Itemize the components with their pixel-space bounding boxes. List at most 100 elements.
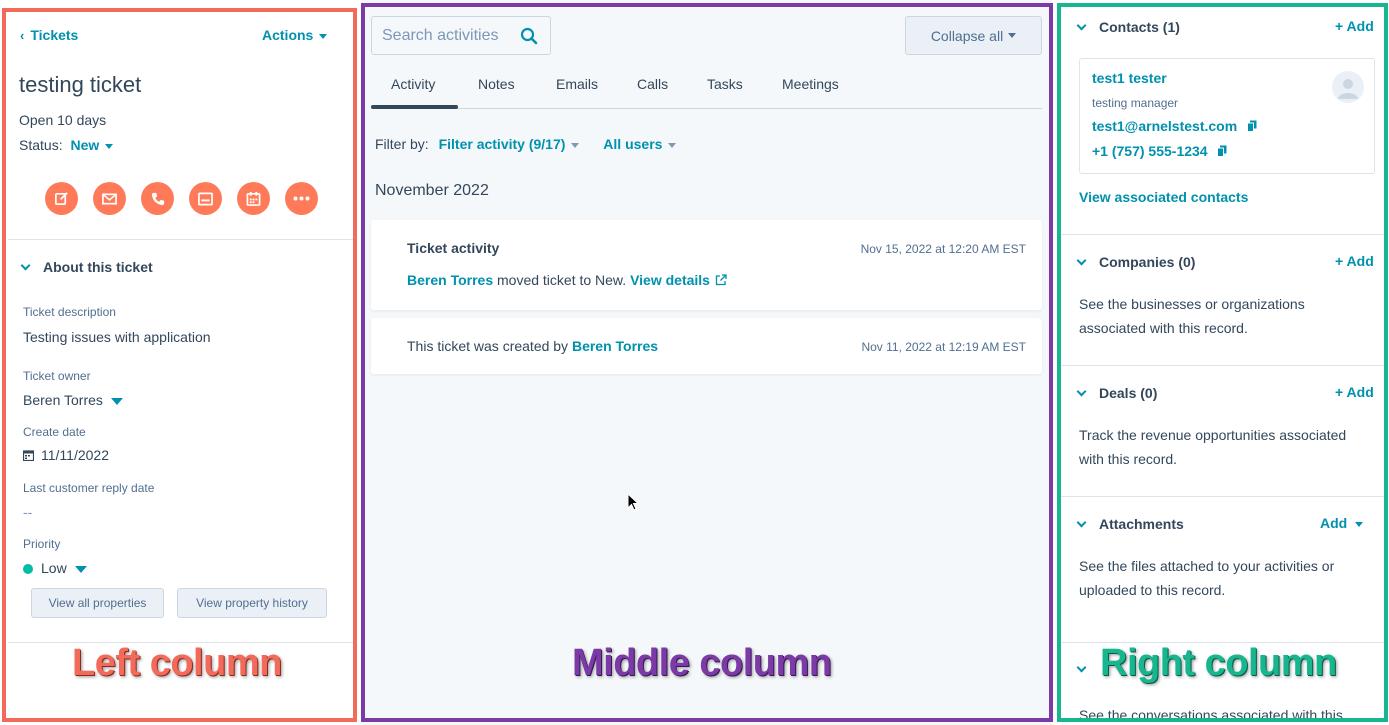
activity-card-text: This ticket was created by Beren Torres — [407, 338, 659, 354]
activity-card[interactable]: This ticket was created by Beren Torres … — [371, 318, 1042, 374]
last-reply-label: Last customer reply date — [23, 481, 155, 495]
open-days-text: Open 10 days — [19, 112, 107, 128]
external-link-icon — [715, 274, 727, 286]
priority-dropdown[interactable]: Low — [23, 560, 87, 576]
mouse-cursor-icon — [627, 493, 639, 511]
chevron-down-icon — [1076, 20, 1087, 31]
activity-tabs: Activity Notes Emails Calls Tasks Meetin… — [371, 60, 1042, 109]
create-date-label: Create date — [23, 425, 86, 439]
caret-down-icon — [668, 142, 677, 148]
task-icon[interactable] — [189, 182, 222, 215]
meeting-icon[interactable] — [237, 182, 270, 215]
contact-card: test1 tester testing manager test1@arnel… — [1079, 58, 1375, 174]
month-heading: November 2022 — [375, 182, 489, 199]
search-input[interactable] — [382, 26, 512, 45]
actor-link[interactable]: Beren Torres — [572, 338, 658, 354]
middle-column-label: Middle column — [572, 642, 832, 684]
chevron-down-icon — [20, 260, 31, 271]
contact-job-title: testing manager — [1092, 96, 1179, 110]
contact-name-link[interactable]: test1 tester — [1092, 70, 1167, 86]
status-dropdown[interactable]: New — [70, 137, 114, 153]
ticket-owner-label: Ticket owner — [23, 369, 91, 383]
deals-section-toggle[interactable]: Deals (0) — [1076, 385, 1157, 401]
contact-phone-link[interactable]: +1 (757) 555-1234 — [1092, 143, 1227, 159]
caret-down-icon — [319, 33, 328, 39]
right-column-label: Right column — [1100, 642, 1337, 684]
filter-row: Filter by: Filter activity (9/17) All us… — [375, 136, 677, 152]
view-property-history-button[interactable]: View property history — [177, 588, 327, 618]
view-details-link[interactable]: View details — [630, 272, 727, 288]
left-column: ‹ Tickets Actions testing ticket Open 10 … — [0, 0, 358, 725]
priority-label: Priority — [23, 537, 61, 551]
view-associated-contacts-link[interactable]: View associated contacts — [1079, 189, 1248, 205]
search-activities-box[interactable] — [371, 16, 551, 55]
right-column: Contacts (1) + Add test1 tester testing … — [1058, 0, 1389, 725]
ticket-description-label: Ticket description — [23, 305, 116, 319]
tab-calls[interactable]: Calls — [637, 76, 668, 92]
activity-card-time: Nov 11, 2022 at 12:19 AM EST — [861, 340, 1026, 354]
caret-down-icon — [105, 143, 114, 149]
chevron-down-icon — [1076, 517, 1087, 528]
search-icon[interactable] — [520, 27, 538, 45]
status-row: Status: New — [19, 137, 114, 153]
action-icons-row — [45, 182, 318, 215]
tab-tasks[interactable]: Tasks — [707, 76, 743, 92]
contacts-section-toggle[interactable]: Contacts (1) — [1076, 19, 1180, 35]
call-icon[interactable] — [141, 182, 174, 215]
view-all-properties-button[interactable]: View all properties — [31, 588, 164, 618]
person-icon — [1338, 79, 1358, 99]
filter-activity-dropdown[interactable]: Filter activity (9/17) — [439, 136, 580, 152]
ticket-title: testing ticket — [19, 72, 142, 97]
companies-section-toggle[interactable]: Companies (0) — [1076, 254, 1195, 270]
activity-card-text: Beren Torres moved ticket to New. View d… — [407, 272, 727, 288]
activity-card[interactable]: Ticket activity Nov 15, 2022 at 12:20 AM… — [371, 220, 1042, 310]
add-company-button[interactable]: + Add — [1335, 253, 1374, 269]
chevron-left-icon: ‹ — [20, 28, 25, 43]
note-icon[interactable] — [45, 182, 78, 215]
chevron-down-icon[interactable] — [1076, 662, 1087, 673]
divider — [1061, 496, 1386, 497]
tab-meetings[interactable]: Meetings — [782, 76, 839, 92]
deals-empty-text: Track the revenue opportunities associat… — [1079, 427, 1347, 467]
caret-down-icon — [571, 142, 580, 148]
chevron-down-icon — [1076, 255, 1087, 266]
activity-card-time: Nov 15, 2022 at 12:20 AM EST — [860, 242, 1026, 256]
divider — [1061, 234, 1386, 235]
attachments-section-toggle[interactable]: Attachments — [1076, 516, 1184, 532]
priority-dot-icon — [23, 564, 33, 575]
divider — [8, 239, 353, 240]
actor-link[interactable]: Beren Torres — [407, 272, 493, 288]
contact-email-link[interactable]: test1@arnelstest.com — [1092, 118, 1257, 134]
calendar-icon — [22, 450, 35, 462]
about-section-toggle[interactable]: About this ticket — [20, 259, 153, 275]
copy-icon[interactable] — [1247, 120, 1257, 132]
all-users-dropdown[interactable]: All users — [603, 136, 677, 152]
back-to-tickets-link[interactable]: ‹ Tickets — [20, 27, 78, 43]
tab-activity[interactable]: Activity — [391, 76, 435, 92]
left-column-label: Left column — [72, 642, 282, 684]
caret-down-icon — [1355, 521, 1364, 527]
companies-empty-text: See the businesses or organizations asso… — [1079, 296, 1305, 336]
conversations-empty-text: See the conversations associated with th… — [1079, 707, 1343, 723]
active-tab-indicator — [371, 105, 458, 109]
attachments-empty-text: See the files attached to your activitie… — [1079, 558, 1335, 598]
collapse-all-button[interactable]: Collapse all — [905, 16, 1042, 55]
ticket-description-value[interactable]: Testing issues with application — [23, 329, 211, 345]
tab-notes[interactable]: Notes — [478, 76, 515, 92]
add-deal-button[interactable]: + Add — [1335, 384, 1374, 400]
last-reply-value: -- — [23, 504, 33, 520]
avatar — [1332, 71, 1364, 103]
middle-column: Collapse all Activity Notes Emails Calls… — [362, 0, 1052, 725]
tab-emails[interactable]: Emails — [556, 76, 598, 92]
email-icon[interactable] — [93, 182, 126, 215]
add-contact-button[interactable]: + Add — [1335, 18, 1374, 34]
copy-icon[interactable] — [1217, 145, 1227, 157]
more-icon[interactable] — [285, 182, 318, 215]
activity-card-title: Ticket activity — [407, 240, 500, 256]
create-date-field[interactable]: 11/11/2022 — [22, 447, 109, 463]
ticket-owner-dropdown[interactable]: Beren Torres — [23, 392, 123, 408]
add-attachment-dropdown[interactable]: Add — [1320, 515, 1364, 531]
divider — [1061, 365, 1386, 366]
caret-down-icon — [1008, 33, 1017, 38]
actions-dropdown[interactable]: Actions — [262, 27, 328, 43]
